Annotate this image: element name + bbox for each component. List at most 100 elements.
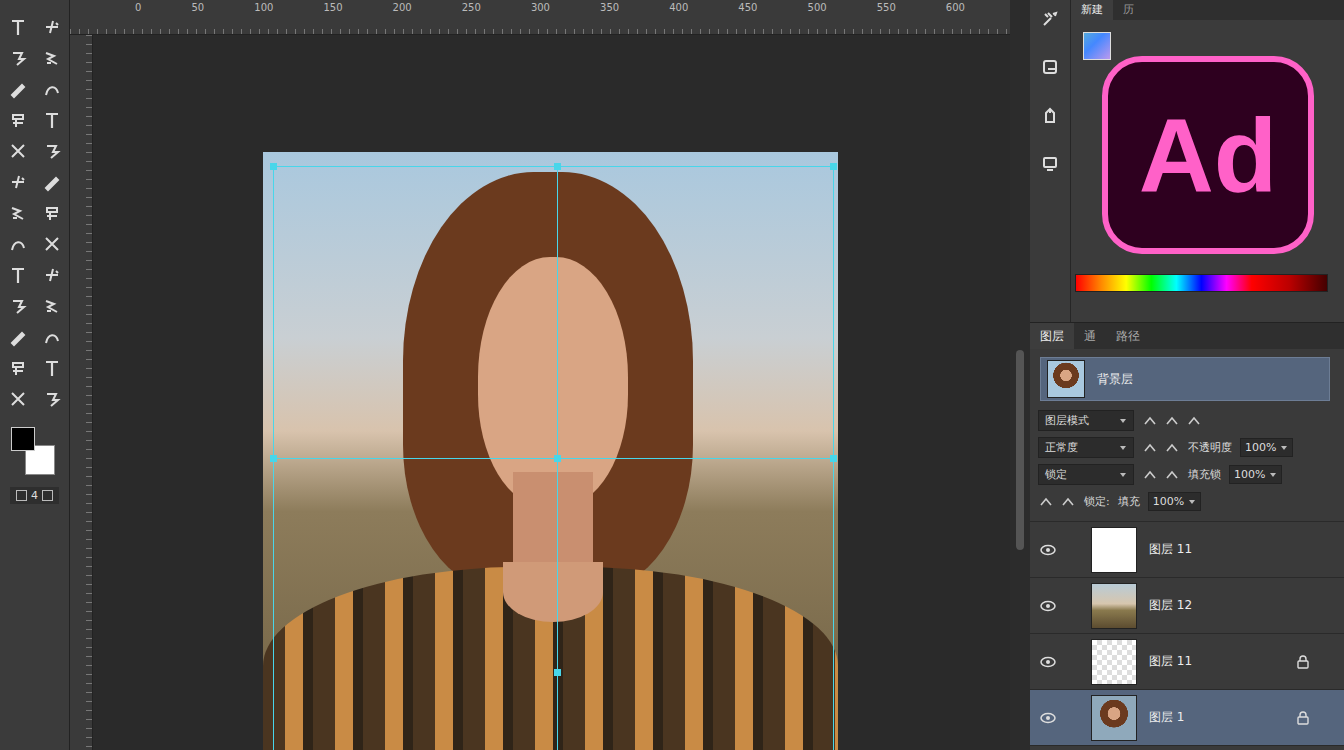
option-icon[interactable] bbox=[1164, 413, 1180, 429]
tool-button[interactable] bbox=[39, 76, 65, 101]
tool-button[interactable] bbox=[39, 200, 65, 225]
tool-icon bbox=[41, 295, 63, 317]
tool-button[interactable] bbox=[39, 138, 65, 163]
transform-handle[interactable] bbox=[830, 455, 837, 462]
eye-icon[interactable] bbox=[1040, 656, 1056, 668]
tool-button[interactable] bbox=[39, 293, 65, 318]
option-field[interactable]: 100% bbox=[1229, 465, 1282, 484]
tool-button[interactable] bbox=[5, 262, 31, 287]
tool-button[interactable] bbox=[5, 386, 31, 411]
option-icon[interactable] bbox=[1038, 494, 1054, 510]
standard-mode-icon[interactable] bbox=[16, 490, 27, 501]
eye-icon[interactable] bbox=[1040, 600, 1056, 612]
option-icon[interactable] bbox=[1142, 413, 1158, 429]
tool-button[interactable] bbox=[39, 324, 65, 349]
visibility-toggle[interactable] bbox=[1030, 600, 1065, 612]
option-icon[interactable] bbox=[1164, 440, 1180, 456]
tool-button[interactable] bbox=[5, 324, 31, 349]
tool-button[interactable] bbox=[5, 169, 31, 194]
tool-icon bbox=[41, 140, 63, 162]
tool-button[interactable] bbox=[5, 293, 31, 318]
option-dropdown[interactable]: 图层模式 bbox=[1038, 410, 1134, 431]
tool-button[interactable] bbox=[5, 138, 31, 163]
layer-thumbnail bbox=[1091, 695, 1137, 741]
eye-icon[interactable] bbox=[1040, 544, 1056, 556]
tool-button[interactable] bbox=[39, 169, 65, 194]
option-icon[interactable] bbox=[1186, 413, 1202, 429]
mask-mode-icon[interactable] bbox=[42, 490, 53, 501]
layers-tab[interactable]: 通 bbox=[1074, 323, 1106, 349]
transform-guide bbox=[273, 166, 833, 167]
transform-handle[interactable] bbox=[554, 669, 561, 676]
ruler-label: 550 bbox=[877, 2, 896, 13]
transform-handle[interactable] bbox=[270, 455, 277, 462]
tool-button[interactable] bbox=[5, 107, 31, 132]
ruler-label: 450 bbox=[738, 2, 757, 13]
visibility-toggle[interactable] bbox=[1030, 712, 1065, 724]
tool-icon bbox=[7, 295, 29, 317]
color-panel: 新建历Ad bbox=[1071, 0, 1344, 322]
tool-button[interactable] bbox=[5, 200, 31, 225]
tool-button[interactable] bbox=[5, 45, 31, 70]
layer-row[interactable]: 图层 11 bbox=[1030, 634, 1344, 690]
option-icon[interactable] bbox=[1164, 467, 1180, 483]
field-value: 100% bbox=[1245, 441, 1276, 454]
quick-mask-mode[interactable]: 4 bbox=[10, 487, 59, 504]
transform-handle[interactable] bbox=[830, 163, 837, 170]
photo[interactable] bbox=[263, 152, 838, 750]
lock-icon bbox=[1296, 655, 1310, 669]
display-icon[interactable] bbox=[1039, 152, 1061, 174]
field-value: 100% bbox=[1234, 468, 1265, 481]
layer-row[interactable]: 图层 1 bbox=[1030, 690, 1344, 746]
document-row[interactable]: 背景层 bbox=[1040, 357, 1330, 401]
document-name: 背景层 bbox=[1097, 371, 1133, 388]
tool-button[interactable] bbox=[5, 14, 31, 39]
tool-icon bbox=[7, 171, 29, 193]
tool-icon bbox=[41, 109, 63, 131]
brush-settings-icon[interactable] bbox=[1039, 8, 1061, 30]
color-swatches[interactable] bbox=[9, 425, 61, 479]
foreground-color-swatch[interactable] bbox=[11, 427, 35, 451]
layer-row[interactable]: 图层 12 bbox=[1030, 578, 1344, 634]
tool-button[interactable] bbox=[39, 355, 65, 380]
option-field[interactable]: 100% bbox=[1240, 438, 1293, 457]
transform-handle[interactable] bbox=[554, 163, 561, 170]
option-dropdown[interactable]: 正常度 bbox=[1038, 437, 1134, 458]
panel-tab[interactable]: 新建 bbox=[1071, 0, 1113, 20]
visibility-toggle[interactable] bbox=[1030, 656, 1065, 668]
tool-icon bbox=[7, 109, 29, 131]
color-swatch[interactable] bbox=[1083, 32, 1111, 60]
properties-icon[interactable] bbox=[1039, 56, 1061, 78]
vertical-scrollbar[interactable] bbox=[1010, 0, 1030, 750]
ruler-label: 0 bbox=[135, 2, 141, 13]
eye-icon[interactable] bbox=[1040, 712, 1056, 724]
option-icon[interactable] bbox=[1142, 467, 1158, 483]
layer-row[interactable]: 图层 11 bbox=[1030, 522, 1344, 578]
lock-icon bbox=[1296, 543, 1310, 557]
tool-button[interactable] bbox=[39, 45, 65, 70]
tool-button[interactable] bbox=[39, 386, 65, 411]
tool-button[interactable] bbox=[39, 231, 65, 256]
tool-button[interactable] bbox=[39, 262, 65, 287]
color-spectrum[interactable] bbox=[1075, 274, 1328, 292]
tool-button[interactable] bbox=[5, 231, 31, 256]
ruler-label: 200 bbox=[393, 2, 412, 13]
tool-grid bbox=[5, 14, 65, 411]
panel-tab[interactable]: 历 bbox=[1113, 0, 1144, 20]
layers-tab[interactable]: 路径 bbox=[1106, 323, 1150, 349]
layer-list: 图层 11图层 12图层 11图层 1 bbox=[1030, 521, 1344, 750]
tool-button[interactable] bbox=[5, 355, 31, 380]
option-icon[interactable] bbox=[1142, 440, 1158, 456]
tool-button[interactable] bbox=[5, 76, 31, 101]
layers-tab[interactable]: 图层 bbox=[1030, 323, 1074, 349]
transform-handle[interactable] bbox=[554, 455, 561, 462]
tool-button[interactable] bbox=[39, 107, 65, 132]
option-field[interactable]: 100% bbox=[1148, 492, 1201, 511]
option-icon[interactable] bbox=[1060, 494, 1076, 510]
visibility-toggle[interactable] bbox=[1030, 544, 1065, 556]
scrollbar-thumb[interactable] bbox=[1016, 350, 1024, 550]
option-dropdown[interactable]: 锁定 bbox=[1038, 464, 1134, 485]
tool-button[interactable] bbox=[39, 14, 65, 39]
transform-handle[interactable] bbox=[270, 163, 277, 170]
clone-source-icon[interactable] bbox=[1039, 104, 1061, 126]
